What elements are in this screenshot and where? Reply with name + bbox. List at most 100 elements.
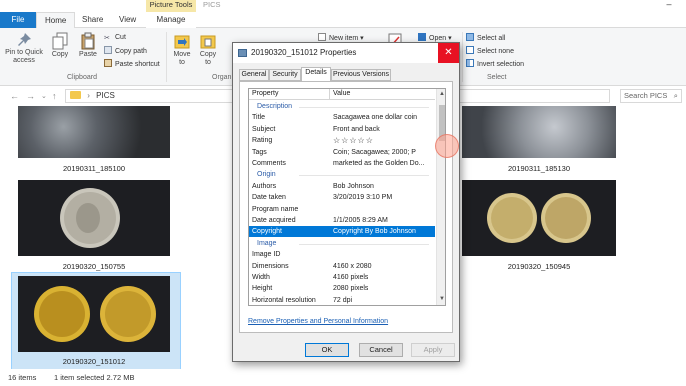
property-row[interactable]: Rating ☆☆☆☆☆ — [249, 135, 435, 146]
move-to-button[interactable]: Move to — [170, 32, 194, 67]
cut-button[interactable]: ✂ Cut — [104, 33, 126, 42]
copy-path-button[interactable]: Copy path — [104, 46, 147, 56]
file-name: 20190320_150755 — [62, 262, 126, 271]
tab-details[interactable]: Details — [301, 67, 331, 81]
picture-tools-context-label: Picture Tools — [146, 0, 196, 12]
select-all-button[interactable]: Select all — [466, 33, 505, 43]
property-row[interactable]: Title Sacagawea one dollar coin — [249, 112, 435, 123]
tab-manage[interactable]: Manage — [146, 12, 196, 28]
search-placeholder: Search PICS — [624, 91, 668, 100]
copy-label: Copy — [51, 51, 69, 58]
copy-path-icon — [104, 46, 112, 54]
move-to-icon — [174, 35, 190, 49]
cancel-button[interactable]: Cancel — [359, 343, 403, 357]
property-list[interactable]: Property Value Description Title Sacagawea… — [248, 88, 446, 306]
coin-photo — [60, 188, 120, 248]
property-value: marketed as the Golden Do... — [333, 160, 425, 167]
window-title: PICS — [203, 0, 221, 9]
close-button[interactable]: ✕ — [438, 43, 459, 63]
tab-home[interactable]: Home — [36, 12, 76, 28]
scissors-icon: ✂ — [104, 35, 110, 42]
remove-properties-link[interactable]: Remove Properties and Personal Informati… — [248, 318, 388, 325]
details-panel: Property Value Description Title Sacagawea… — [239, 81, 459, 333]
property-name: Comments — [252, 160, 286, 167]
ok-button[interactable]: OK — [305, 343, 349, 357]
pin-quick-access-button[interactable]: Pin to Quick access — [4, 32, 44, 65]
property-row[interactable]: Image ID — [249, 249, 435, 260]
paste-icon — [81, 32, 95, 50]
column-value[interactable]: Value — [333, 89, 350, 99]
property-row[interactable]: Date taken 3/20/2019 3:10 PM — [249, 192, 435, 203]
breadcrumb-pics[interactable]: PICS — [96, 91, 115, 100]
status-bar: 16 items 1 item selected 2.72 MB — [0, 369, 686, 386]
copy-to-button[interactable]: Copy to — [196, 32, 220, 67]
recent-locations-chevron-icon[interactable]: ⌄ — [41, 92, 47, 100]
property-value: 3/20/2019 3:10 PM — [333, 194, 393, 202]
minimize-button[interactable]: – — [663, 0, 675, 12]
column-property[interactable]: Property — [252, 89, 278, 99]
property-row[interactable]: Width 4160 pixels — [249, 272, 435, 283]
tab-previous-versions[interactable]: Previous Versions — [331, 69, 391, 81]
forward-arrow-icon[interactable]: → — [26, 91, 35, 101]
section-divider — [299, 243, 429, 245]
file-thumbnail — [18, 180, 170, 256]
property-row[interactable]: Copyright Copyright By Bob Johnson — [249, 226, 435, 238]
tab-general[interactable]: General — [239, 69, 269, 81]
property-row[interactable]: Date acquired 1/1/2005 8:29 AM — [249, 215, 435, 226]
paste-button[interactable]: Paste — [76, 32, 100, 59]
copy-button[interactable]: Copy — [48, 32, 72, 59]
file-name: 20190320_150945 — [507, 262, 571, 271]
back-arrow-icon[interactable]: ← — [10, 91, 19, 101]
vertical-scrollbar[interactable]: ▲ ▼ — [436, 89, 445, 305]
apply-button[interactable]: Apply — [411, 343, 455, 357]
property-row[interactable]: Dimensions 4160 x 2080 — [249, 261, 435, 272]
tab-file[interactable]: File — [0, 12, 36, 28]
property-value: 4160 pixels — [333, 274, 369, 281]
organize-group-label: Organ — [212, 74, 232, 81]
property-row[interactable]: Tags Coin; Sacagawea; 2000; P — [249, 147, 435, 158]
up-arrow-icon[interactable]: ↑ — [52, 91, 57, 101]
tab-security[interactable]: Security — [269, 69, 301, 81]
tab-view[interactable]: View — [119, 12, 136, 28]
property-name: Dimensions — [252, 262, 289, 270]
scroll-down-arrow-icon[interactable]: ▼ — [438, 295, 445, 303]
file-name: 20190311_185130 — [507, 164, 570, 173]
section-label: Image — [257, 239, 277, 247]
property-row[interactable]: Height 2080 pixels — [249, 283, 435, 294]
item-count: 16 items — [8, 373, 37, 382]
property-value: 2080 pixels — [333, 285, 369, 293]
search-input[interactable]: Search PICS ⌕ — [620, 89, 682, 103]
golden-coin-pair-photo — [34, 286, 156, 342]
invert-selection-button[interactable]: Invert selection — [466, 59, 524, 69]
property-list-header: Property Value — [249, 89, 435, 100]
select-group-label: Select — [487, 74, 507, 81]
property-row[interactable]: Horizontal resolution 72 dpi — [249, 295, 435, 305]
tab-share[interactable]: Share — [82, 12, 103, 28]
property-value: Front and back — [333, 125, 380, 133]
property-value: 72 dpi — [333, 296, 353, 304]
paste-shortcut-icon — [104, 59, 112, 67]
property-row[interactable]: Authors Bob Johnson — [249, 181, 435, 192]
copy-to-label: Copy to — [199, 51, 217, 66]
property-row[interactable]: Comments marketed as the Golden Do... — [249, 158, 435, 169]
property-row[interactable]: Program name — [249, 204, 435, 215]
property-section-header[interactable]: Description — [249, 101, 435, 112]
property-name: Horizontal resolution — [252, 296, 316, 304]
select-none-icon — [466, 46, 474, 54]
property-row[interactable]: Subject Front and back — [249, 124, 435, 135]
property-section-header[interactable]: Image — [249, 238, 435, 249]
file-name: 20190311_185100 — [62, 164, 125, 173]
select-none-button[interactable]: Select none — [466, 46, 514, 56]
select-none-label: Select none — [477, 48, 514, 55]
click-highlight-indicator — [435, 134, 459, 158]
property-name: Date acquired — [252, 217, 296, 224]
copy-icon — [52, 32, 68, 50]
title-bar: Picture Tools PICS – — [0, 0, 686, 12]
image-file-icon — [238, 49, 247, 57]
property-section-header[interactable]: Origin — [249, 169, 435, 180]
ribbon-tabs: File Home Share View Manage — [0, 12, 686, 28]
paste-shortcut-button[interactable]: Paste shortcut — [104, 59, 160, 69]
scroll-up-arrow-icon[interactable]: ▲ — [438, 90, 445, 98]
ribbon-separator — [462, 32, 463, 82]
invert-selection-icon — [466, 59, 474, 67]
